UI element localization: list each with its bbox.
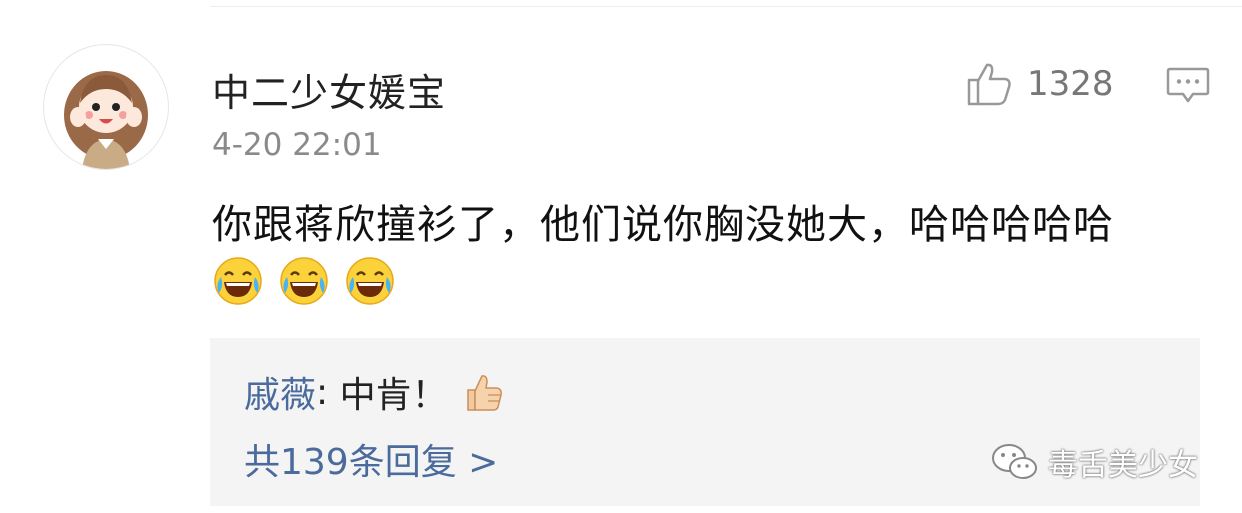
top-divider [210,6,1242,7]
reply-preview-line: 戚薇 : 中肯！ [244,366,504,418]
watermark-text: 毒舌美少女 [1048,448,1198,483]
user-avatar[interactable] [43,44,169,170]
reply-author[interactable]: 戚薇 [244,366,316,418]
reply-text: 中肯！ [339,375,448,416]
comment-text: 你跟蒋欣撞衫了，他们说你胸没她大，哈哈哈哈哈 [212,202,1114,248]
watermark: 毒舌美少女 [990,440,1198,484]
comment-username[interactable]: 中二少女媛宝 [212,62,446,117]
like-button[interactable]: 1328 [965,60,1114,108]
view-all-replies-link[interactable]: 共139条回复 > [244,433,498,485]
comment-bubble-icon [1166,67,1210,103]
laugh-cry-emoji-icon [214,257,262,305]
reply-separator: : [316,371,340,413]
comment-emojis [212,255,396,307]
reply-button[interactable] [1166,66,1210,106]
laugh-cry-emoji-icon [346,257,394,305]
laugh-cry-emoji-icon [280,257,328,305]
thumbs-up-emoji-icon [466,375,502,411]
wechat-icon [992,444,1037,479]
cartoon-girl-avatar-icon [64,71,148,169]
thumb-up-outline-icon [967,63,1011,106]
like-count: 1328 [1027,64,1114,104]
comment-timestamp: 4-20 22:01 [212,127,382,163]
